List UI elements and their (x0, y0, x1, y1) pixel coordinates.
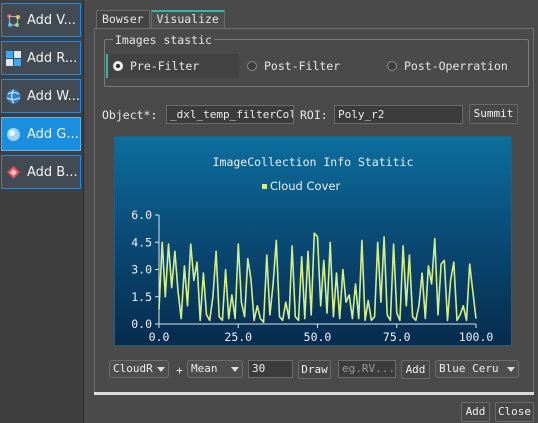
object-label: Object*: (102, 108, 158, 122)
chevron-down-icon (157, 367, 165, 372)
reducer-select[interactable]: Mean (187, 360, 243, 378)
add-wms-button[interactable]: Add W... (1, 79, 81, 113)
raster-layer-icon (6, 50, 21, 66)
chevron-down-icon (507, 367, 515, 372)
chart-legend: Cloud Cover (262, 179, 340, 193)
cloud-cover-line (158, 232, 477, 323)
panel-divider (94, 392, 534, 395)
x-tick-label: 50.0 (304, 330, 332, 344)
wms-layer-icon (6, 88, 21, 104)
layer-sidebar: Add V... Add R... Add W... Add G... Add … (0, 0, 84, 423)
close-button[interactable]: Close (495, 402, 534, 422)
tab-browser[interactable]: Bowser (96, 10, 150, 28)
radio-dot-icon (387, 61, 397, 71)
add-raster-label: Add R... (27, 50, 78, 66)
visualize-panel: Images stastic Pre-Filter Post-Filter Po… (94, 28, 534, 394)
gee-layer-icon (7, 127, 20, 141)
y-tick-label: 6.0 (131, 208, 152, 222)
y-tick-label: 1.5 (131, 290, 152, 304)
plus-label: + (176, 363, 183, 377)
pre-filter-radio[interactable]: Pre-Filter (106, 54, 239, 78)
count-input[interactable]: 30 (248, 360, 293, 378)
add-button[interactable]: Add (461, 402, 490, 422)
vector-layer-icon (7, 13, 20, 27)
y-tick-label: 0.0 (131, 317, 152, 331)
post-filter-label: Post-Filter (264, 59, 341, 73)
submit-button[interactable]: Summit (469, 104, 518, 124)
add-vector-label: Add V... (27, 12, 76, 28)
radio-dot-icon (113, 61, 123, 71)
roi-input[interactable]: Poly_r2 (334, 105, 463, 124)
post-filter-radio[interactable]: Post-Filter (247, 54, 340, 78)
pre-filter-label: Pre-Filter (130, 59, 200, 73)
y-tick-label: 3.0 (131, 263, 152, 277)
expression-input[interactable]: eg.RV... (338, 360, 396, 378)
band-select-value: CloudR (113, 362, 153, 375)
color-select-value: Blue Ceru (439, 362, 499, 375)
radio-dot-icon (247, 61, 257, 71)
band-select[interactable]: CloudR (109, 360, 169, 378)
chevron-down-icon (231, 367, 239, 372)
group-title: Images stastic (113, 33, 214, 47)
add-gee-button[interactable]: Add G... (1, 117, 81, 151)
y-tick-label: 4.5 (131, 235, 152, 249)
reducer-select-value: Mean (191, 362, 218, 375)
post-operation-label: Post-Operration (404, 59, 508, 73)
add-basemap-label: Add B... (27, 164, 78, 180)
legend-swatch (262, 184, 267, 189)
chart-canvas: ImageCollection Info Statitic Cloud Cove… (131, 155, 494, 344)
add-gee-label: Add G... (27, 126, 79, 142)
tab-bar: Bowser Visualize (96, 10, 226, 28)
cloud-cover-chart: ImageCollection Info Statitic Cloud Cove… (114, 136, 512, 346)
chart-title: ImageCollection Info Statitic (213, 155, 414, 169)
chart-series (158, 232, 477, 323)
add-basemap-button[interactable]: Add B... (1, 155, 81, 189)
legend-label: Cloud Cover (270, 179, 340, 193)
x-tick-label: 100.0 (459, 330, 494, 344)
draw-button[interactable]: Draw (298, 360, 331, 379)
images-statistic-group: Images stastic Pre-Filter Post-Filter Po… (104, 34, 530, 87)
main-panel: Bowser Visualize Images stastic Pre-Filt… (90, 0, 538, 423)
roi-label: ROI: (300, 108, 328, 122)
x-tick-label: 0.0 (149, 330, 170, 344)
add-wms-label: Add W... (27, 88, 80, 104)
add-vector-button[interactable]: Add V... (1, 3, 81, 37)
object-input[interactable]: _dxl_temp_filterCol (166, 105, 294, 124)
x-tick-label: 25.0 (224, 330, 252, 344)
post-operation-radio[interactable]: Post-Operration (387, 54, 508, 78)
tab-visualize[interactable]: Visualize (150, 10, 225, 28)
basemap-layer-icon (7, 165, 20, 179)
add-raster-button[interactable]: Add R... (1, 41, 81, 75)
filter-stage-options: Pre-Filter Post-Filter Post-Operration (105, 54, 530, 78)
x-tick-label: 75.0 (383, 330, 411, 344)
color-select[interactable]: Blue Ceru (435, 360, 519, 378)
add-expression-button[interactable]: Add (401, 360, 430, 379)
